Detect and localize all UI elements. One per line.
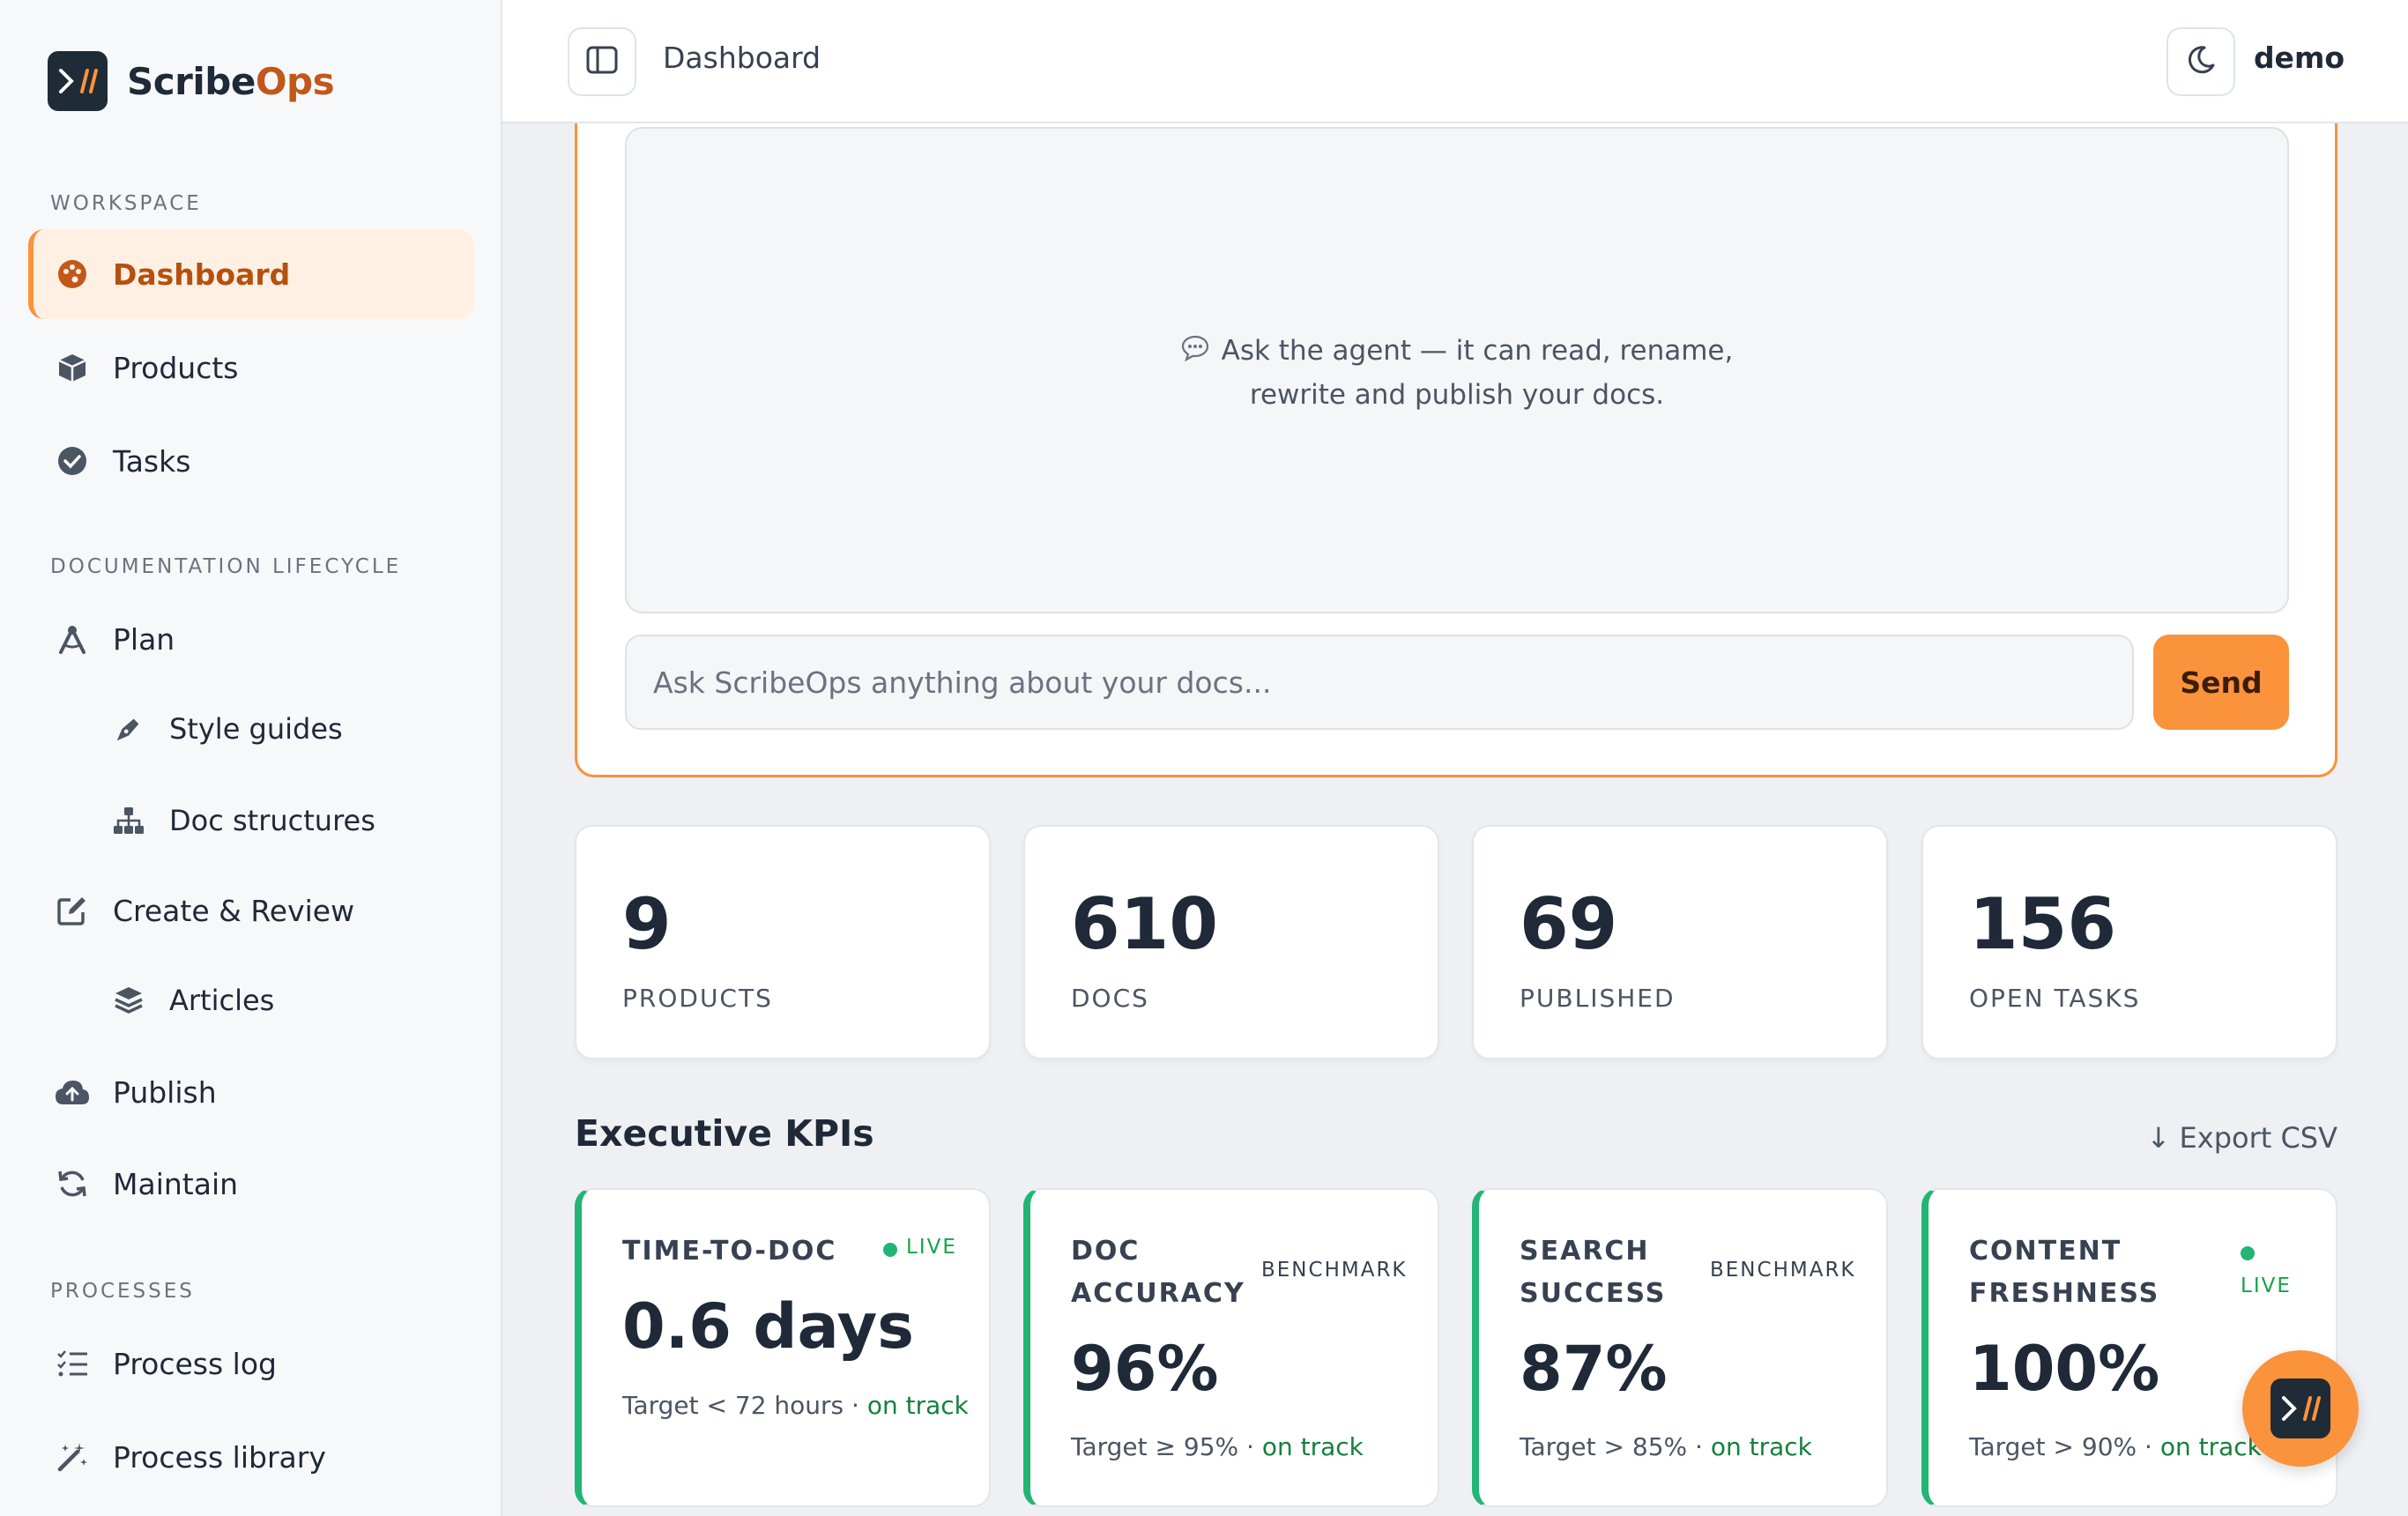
sync-icon — [55, 1166, 90, 1201]
kpi-name: SEARCH SUCCESS — [1520, 1236, 1667, 1309]
export-csv-button[interactable]: ↓ Export CSV — [2147, 1121, 2337, 1155]
stat-label: PRODUCTS — [622, 984, 773, 1013]
sidebar-item-label: Articles — [169, 984, 275, 1017]
magic-wand-icon — [55, 1439, 90, 1475]
sidebar-item-label: Maintain — [113, 1166, 239, 1201]
kpi-name: TIME-TO-DOC — [622, 1236, 837, 1267]
cloud-upload-icon — [55, 1074, 90, 1110]
sidebar-item-label: Plan — [113, 621, 175, 657]
brand-name: ScribeOps — [127, 59, 335, 103]
chat-empty-hint: Ask the agent — it can read, rename, rew… — [627, 330, 2287, 416]
kpi-card-search-success[interactable]: SEARCH SUCCESS BENCHMARK 87% Target > 85%… — [1472, 1188, 1888, 1507]
section-label-documentation-lifecycle: DOCUMENTATION LIFECYCLE — [50, 555, 402, 578]
sitemap-icon — [111, 803, 146, 838]
sidebar-toggle-button[interactable] — [568, 27, 636, 96]
sidebar-item-doc-structures[interactable]: Doc structures — [28, 776, 474, 866]
stat-card-open-tasks[interactable]: 156 OPEN TASKS — [1921, 825, 2337, 1059]
sidebar-item-process-library[interactable]: Process library — [28, 1412, 474, 1502]
sidebar-item-maintain[interactable]: Maintain — [28, 1139, 474, 1229]
sidebar-item-style-guides[interactable]: Style guides — [28, 684, 474, 774]
stat-card-products[interactable]: 9 PRODUCTS — [575, 825, 991, 1059]
sidebar-item-label: Style guides — [169, 712, 343, 746]
live-dot-icon — [2241, 1246, 2255, 1260]
sidebar-item-label: Publish — [113, 1074, 217, 1110]
sidebar: ScribeOps WORKSPACE Dashboard Products T… — [0, 0, 502, 1516]
list-check-icon — [55, 1346, 90, 1381]
agent-chat-card: Ask the agent — it can read, rename, rew… — [575, 71, 2337, 777]
speech-bubble-icon — [1181, 331, 1209, 374]
user-menu[interactable]: demo — [2254, 41, 2345, 75]
live-dot-icon — [883, 1243, 897, 1257]
kpi-tag: BENCHMARK — [1261, 1259, 1408, 1282]
sidebar-item-label: Process library — [113, 1439, 326, 1475]
sidebar-item-articles[interactable]: Articles — [28, 955, 474, 1045]
kpi-section-title: Executive KPIs — [575, 1112, 874, 1155]
stat-label: DOCS — [1071, 984, 1149, 1013]
edit-icon — [55, 893, 90, 928]
sidebar-item-process-log[interactable]: Process log — [28, 1319, 474, 1408]
kpi-target: Target < 72 hours · on track — [622, 1391, 969, 1420]
stat-value: 156 — [1969, 883, 2116, 965]
stat-value: 9 — [622, 883, 672, 965]
kpi-target: Target > 85% · on track — [1520, 1432, 1812, 1461]
sidebar-item-publish[interactable]: Publish — [28, 1047, 474, 1137]
section-label-processes: PROCESSES — [50, 1280, 195, 1303]
agent-launcher-button[interactable] — [2242, 1350, 2359, 1467]
kpi-value: 87% — [1520, 1333, 1668, 1405]
sidebar-item-label: Products — [113, 350, 239, 385]
stat-card-docs[interactable]: 610 DOCS — [1023, 825, 1439, 1059]
stat-label: OPEN TASKS — [1969, 984, 2141, 1013]
stat-value: 610 — [1071, 883, 1218, 965]
kpi-tag: BENCHMARK — [1710, 1259, 1856, 1282]
kpi-target: Target > 90% · on track — [1969, 1432, 2262, 1461]
box-icon — [55, 350, 90, 385]
chat-messages-area[interactable]: Ask the agent — it can read, rename, rew… — [625, 127, 2289, 613]
sidebar-item-label: Doc structures — [169, 804, 375, 837]
brand[interactable]: ScribeOps — [48, 51, 335, 111]
kpi-card-doc-accuracy[interactable]: DOC ACCURACY BENCHMARK 96% Target ≥ 95% ·… — [1023, 1188, 1439, 1507]
layers-icon — [111, 983, 146, 1018]
sidebar-item-plan[interactable]: Plan — [28, 594, 474, 684]
pen-nib-icon — [111, 711, 146, 747]
kpi-target: Target ≥ 95% · on track — [1071, 1432, 1364, 1461]
section-label-workspace: WORKSPACE — [50, 192, 202, 215]
compass-icon — [55, 621, 90, 657]
moon-icon — [2185, 44, 2217, 79]
sidebar-item-label: Process log — [113, 1346, 277, 1381]
sidebar-item-label: Tasks — [113, 443, 191, 479]
chat-input[interactable] — [625, 635, 2134, 730]
kpi-name: DOC ACCURACY — [1071, 1236, 1245, 1309]
kpi-value: 100% — [1969, 1333, 2160, 1405]
kpi-tag: LIVE — [2241, 1274, 2292, 1297]
sidebar-item-label: Dashboard — [113, 256, 291, 292]
stat-card-published[interactable]: 69 PUBLISHED — [1472, 825, 1888, 1059]
kpi-tag: LIVE — [906, 1236, 957, 1259]
kpi-name: CONTENT FRESHNESS — [1969, 1236, 2160, 1309]
send-button[interactable]: Send — [2153, 635, 2289, 730]
check-circle-icon — [55, 443, 90, 479]
kpi-value: 0.6 days — [622, 1290, 914, 1363]
sidebar-item-products[interactable]: Products — [28, 323, 474, 412]
sidebar-item-tasks[interactable]: Tasks — [28, 416, 474, 506]
kpi-card-time-to-doc[interactable]: TIME-TO-DOC LIVE 0.6 days Target < 72 ho… — [575, 1188, 991, 1507]
theme-toggle-button[interactable] — [2166, 27, 2235, 96]
sidebar-item-create-review[interactable]: Create & Review — [28, 866, 474, 955]
breadcrumb: Dashboard — [663, 41, 821, 75]
agent-logo-icon — [2271, 1379, 2330, 1438]
palette-icon — [55, 256, 90, 292]
stat-value: 69 — [1520, 883, 1618, 965]
brand-logo-icon — [48, 51, 108, 111]
sidebar-item-label: Create & Review — [113, 893, 355, 928]
kpi-value: 96% — [1071, 1333, 1219, 1405]
sidebar-item-dashboard[interactable]: Dashboard — [28, 229, 474, 319]
topbar: Dashboard demo — [502, 0, 2408, 123]
stat-label: PUBLISHED — [1520, 984, 1676, 1013]
sidebar-toggle-icon — [586, 46, 618, 78]
